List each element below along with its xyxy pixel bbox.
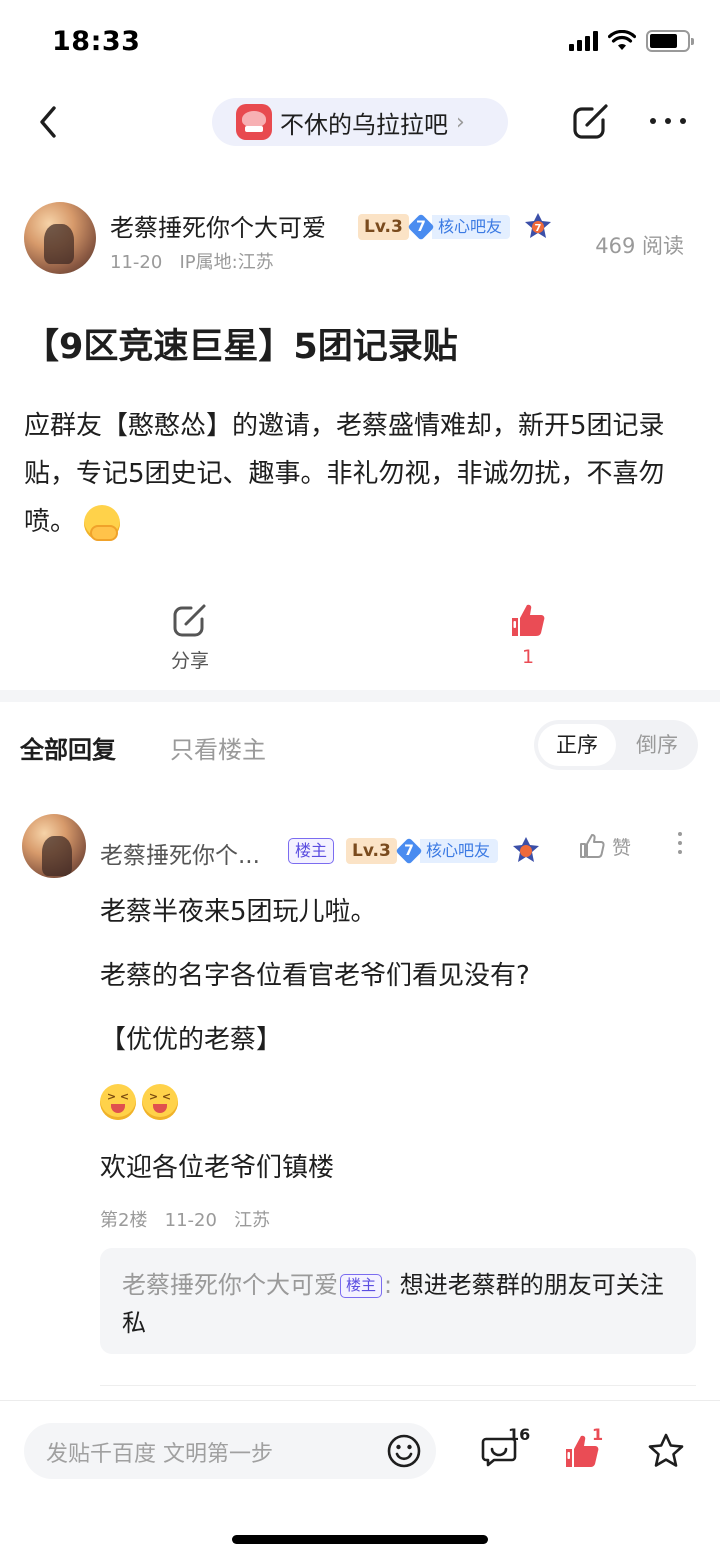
op-badge: 楼主 bbox=[340, 1274, 383, 1298]
status-time: 18:33 bbox=[52, 26, 141, 57]
sub-reply-colon: : bbox=[384, 1271, 393, 1299]
medal-icon: 7 bbox=[525, 213, 551, 238]
reply-content: 老蔡半夜来5团玩儿啦。 老蔡的名字各位看官老爷们看见没有? 【优优的老蔡】 欢迎… bbox=[100, 892, 696, 1212]
reply-input-placeholder: 发贴千百度 文明第一步 bbox=[46, 1442, 273, 1467]
section-divider bbox=[0, 690, 720, 702]
post-title: 【9区竞速巨星】5团记录贴 bbox=[24, 327, 458, 367]
reply-like-label: 赞 bbox=[612, 836, 632, 859]
star-icon[interactable] bbox=[646, 1431, 686, 1471]
reply-like-button[interactable]: 赞 bbox=[578, 832, 631, 860]
reply-line: 欢迎各位老爷们镇楼 bbox=[100, 1153, 335, 1183]
avatar[interactable] bbox=[24, 202, 96, 274]
level-badge: Lv.3 bbox=[346, 838, 397, 864]
wifi-icon bbox=[608, 30, 636, 50]
post-ip: IP属地:江苏 bbox=[179, 252, 274, 273]
back-icon[interactable] bbox=[30, 100, 70, 144]
shy-emoji-icon bbox=[84, 504, 121, 541]
tab-all-replies[interactable]: 全部回复 bbox=[20, 730, 116, 765]
core-member-badge: 7 核心吧友 bbox=[407, 213, 511, 241]
reply-line: 老蔡半夜来5团玩儿啦。 bbox=[100, 897, 377, 927]
thumbs-up-icon bbox=[512, 604, 545, 636]
sort-descending-button[interactable]: 倒序 bbox=[620, 724, 694, 766]
share-label: 分享 bbox=[170, 650, 209, 672]
reply-tabs: 全部回复 只看楼主 正序 倒序 bbox=[0, 702, 720, 790]
reply-input[interactable]: 发贴千百度 文明第一步 bbox=[24, 1423, 436, 1479]
share-icon[interactable] bbox=[570, 100, 612, 142]
emoji-icon[interactable] bbox=[386, 1433, 422, 1469]
laughing-emoji-icon bbox=[142, 1084, 178, 1120]
forum-name: 不休的乌拉拉吧 bbox=[280, 110, 448, 139]
reply-more-icon[interactable] bbox=[678, 832, 682, 854]
chevron-right-icon: › bbox=[456, 109, 465, 135]
share-icon bbox=[173, 604, 206, 637]
post-body-text: 应群友【憨憨怂】的邀请，老蔡盛情难却，新开5团记录贴，专记5团史记、趣事。非礼勿… bbox=[24, 411, 665, 537]
sub-reply[interactable]: 老蔡捶死你个大可爱 楼主: 想进老蔡群的朋友可关注私 bbox=[100, 1248, 696, 1354]
floor-number: 第2楼 bbox=[100, 1210, 148, 1231]
more-icon[interactable] bbox=[650, 118, 686, 124]
status-icons bbox=[569, 30, 694, 52]
avatar[interactable] bbox=[22, 814, 86, 878]
core-member-badge: 7 核心吧友 bbox=[395, 837, 499, 865]
like-count: 1 bbox=[521, 646, 535, 668]
like-button[interactable]: 1 bbox=[500, 596, 556, 668]
nav-bar: 不休的乌拉拉吧 › bbox=[0, 88, 720, 156]
read-count: 469 阅读 bbox=[595, 234, 684, 258]
comment-count: 16 bbox=[508, 1425, 531, 1444]
thumbs-up-outline-icon bbox=[580, 834, 605, 858]
author-name[interactable]: 老蔡捶死你个大可爱 bbox=[110, 208, 326, 243]
laughing-emoji-icon bbox=[100, 1084, 136, 1120]
level-badge: Lv.3 bbox=[358, 214, 409, 240]
post-meta: 11-20 IP属地:江苏 bbox=[110, 248, 274, 274]
forum-avatar bbox=[236, 104, 272, 140]
reply-date: 11-20 bbox=[164, 1210, 217, 1231]
divider bbox=[100, 1385, 696, 1386]
post-date: 11-20 bbox=[110, 252, 163, 273]
medal-number: 7 bbox=[535, 223, 542, 234]
post-action-row: 分享 1 bbox=[0, 596, 720, 676]
sort-ascending-button[interactable]: 正序 bbox=[538, 724, 616, 766]
sub-reply-author[interactable]: 老蔡捶死你个大可爱 bbox=[122, 1271, 338, 1299]
post-author-header: 老蔡捶死你个大可爱 Lv.3 7 核心吧友 7 11-20 IP属地:江苏 46… bbox=[24, 202, 704, 276]
signal-icon bbox=[569, 31, 598, 51]
reply-location: 江苏 bbox=[234, 1210, 271, 1231]
op-badge: 楼主 bbox=[288, 838, 335, 864]
tab-op-only[interactable]: 只看楼主 bbox=[170, 730, 266, 765]
reply-line: 老蔡的名字各位看官老爷们看见没有? bbox=[100, 961, 530, 991]
bottom-like-count: 1 bbox=[592, 1425, 604, 1444]
post-body: 应群友【憨憨怂】的邀请，老蔡盛情难却，新开5团记录贴，专记5团史记、趣事。非礼勿… bbox=[24, 402, 696, 546]
battery-icon bbox=[646, 30, 694, 52]
forum-pill[interactable]: 不休的乌拉拉吧 › bbox=[212, 98, 508, 146]
medal-icon bbox=[513, 837, 539, 862]
home-indicator bbox=[232, 1535, 488, 1544]
sort-toggle: 正序 倒序 bbox=[534, 720, 698, 770]
status-bar: 18:33 bbox=[0, 0, 720, 88]
bottom-bar: 发贴千百度 文明第一步 16 1 bbox=[0, 1400, 720, 1558]
share-button[interactable]: 分享 bbox=[162, 596, 218, 673]
reply-meta: 第2楼 11-20 江苏 bbox=[100, 1206, 270, 1232]
reply-line: 【优优的老蔡】 bbox=[100, 1025, 283, 1055]
reply-author-name[interactable]: 老蔡捶死你个... bbox=[100, 836, 260, 870]
reply-emojis bbox=[100, 1084, 696, 1148]
